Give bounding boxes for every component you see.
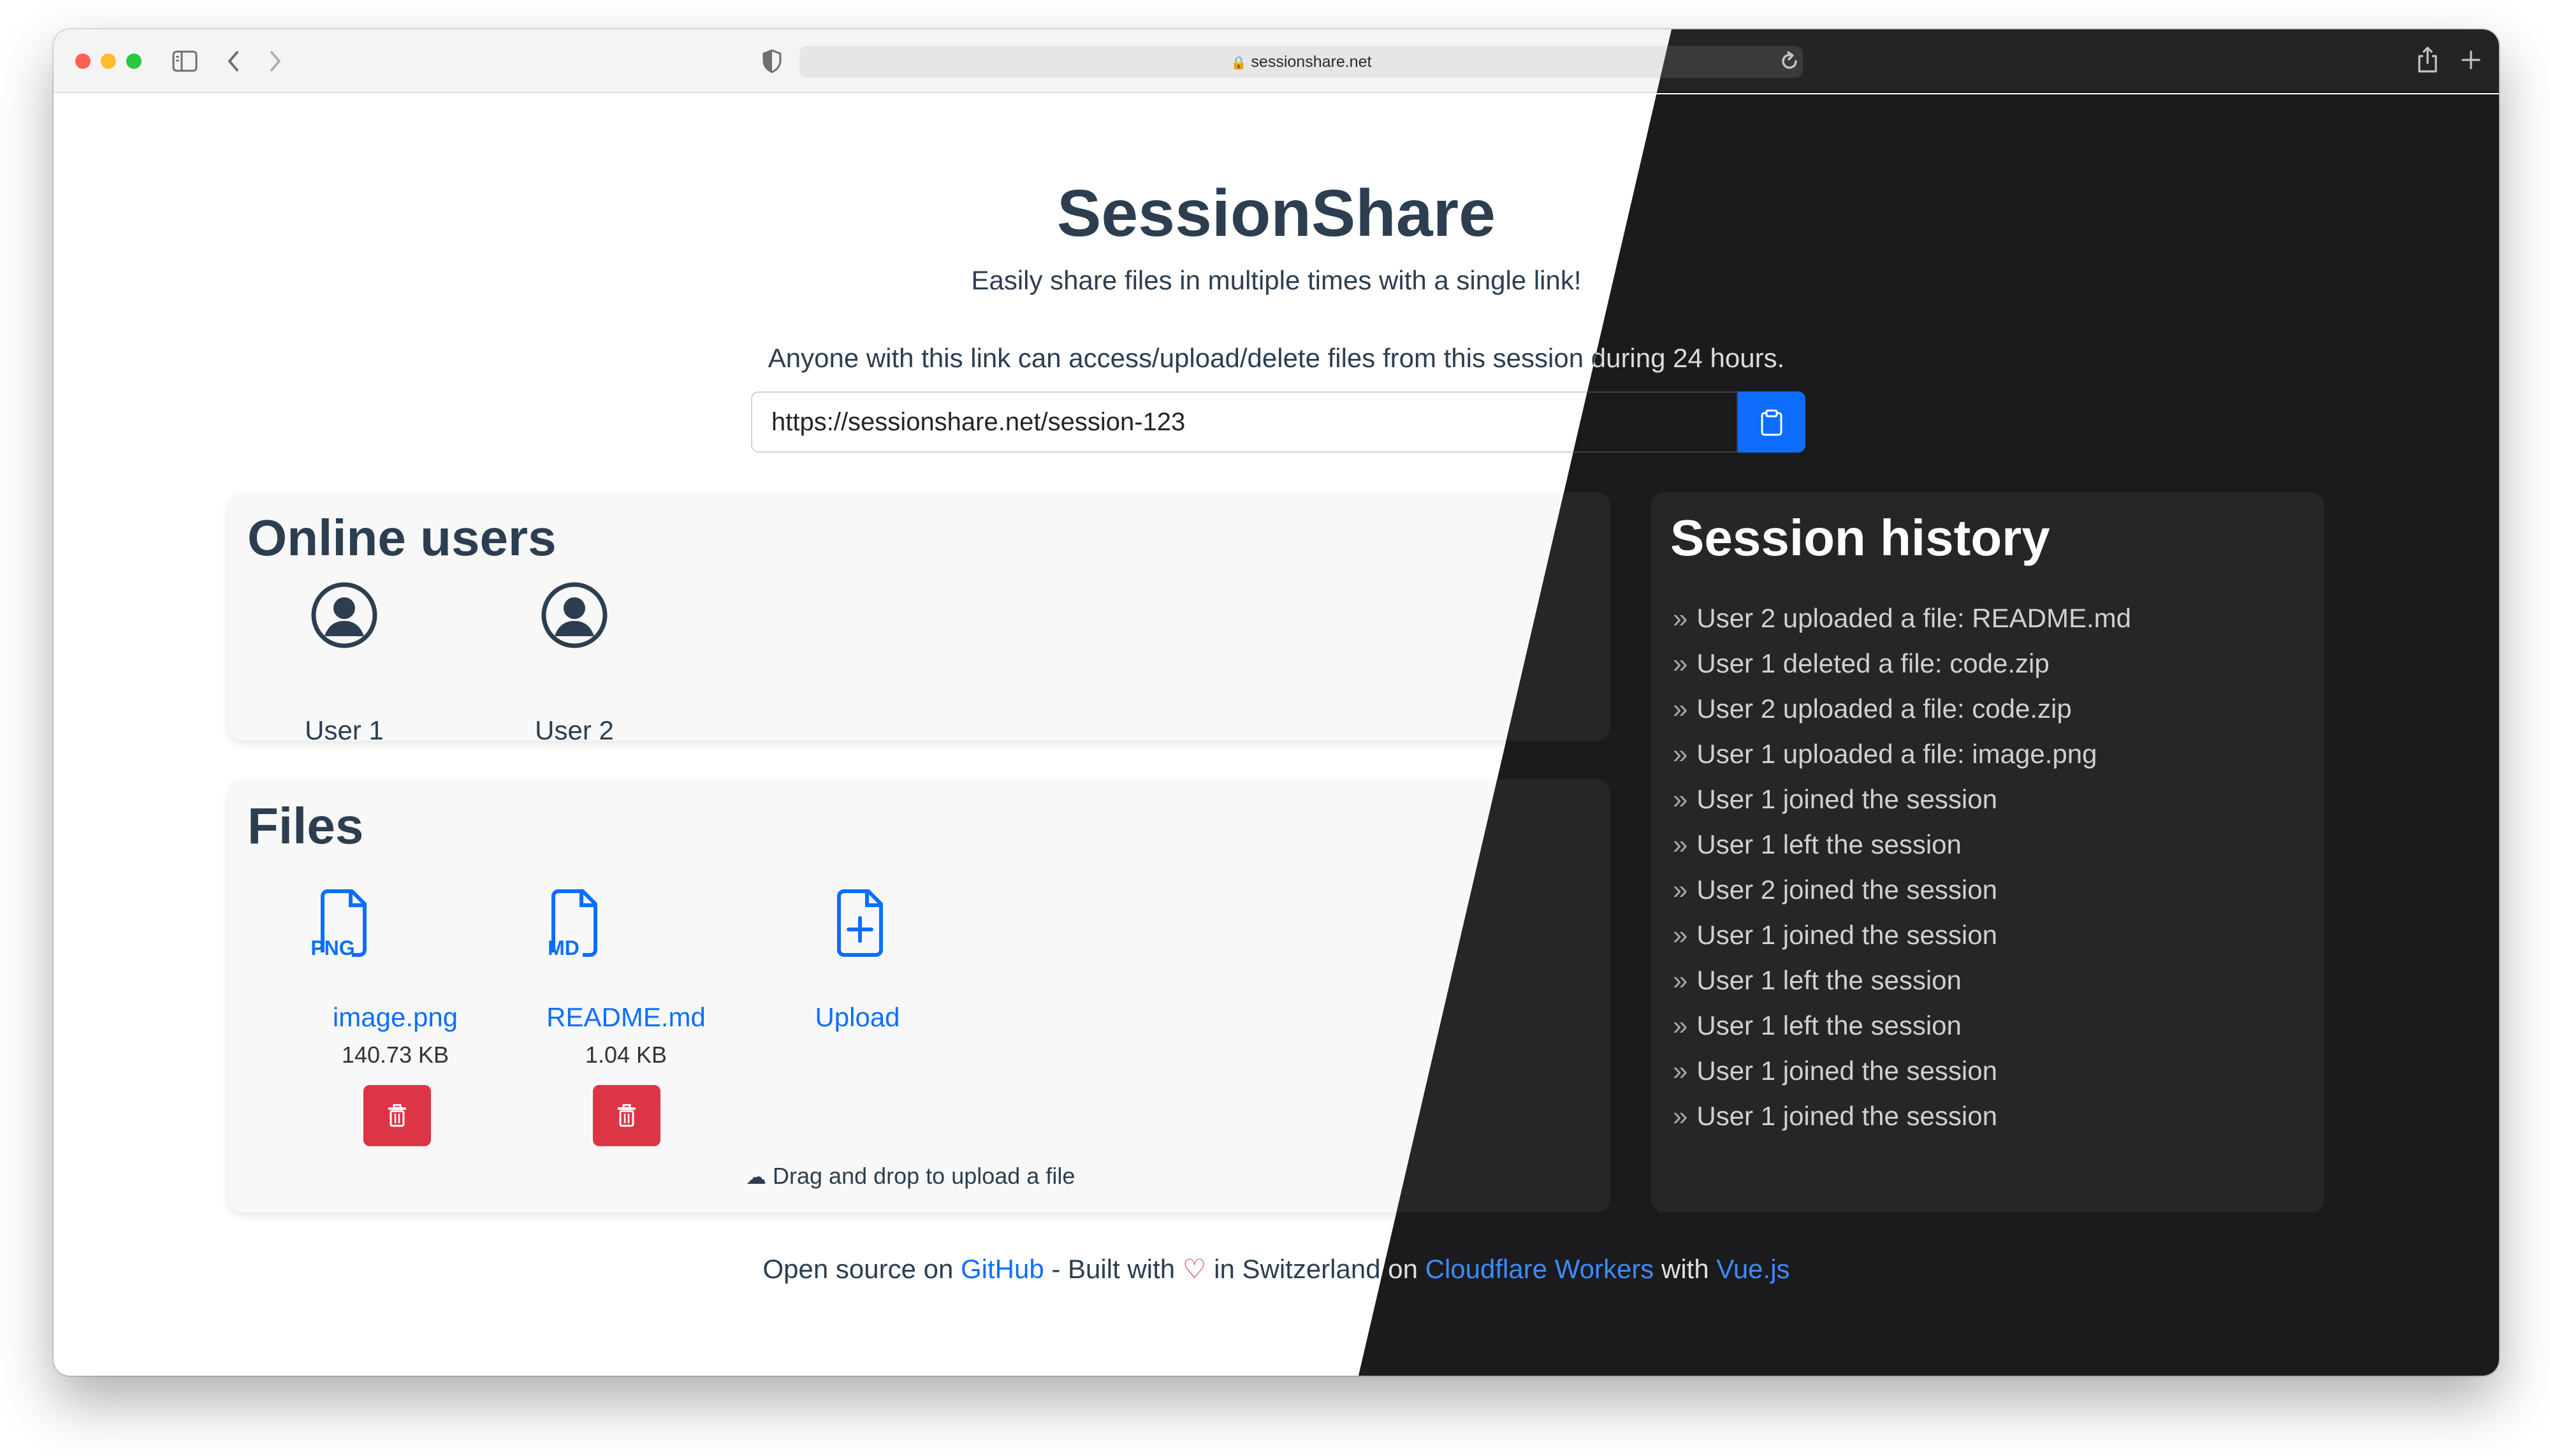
reload-icon[interactable]	[1779, 50, 1800, 73]
user-label: User 1	[305, 715, 384, 745]
history-item: » User 1 joined the session	[1673, 784, 1997, 814]
drag-drop-hint[interactable]: ☁ Drag and drop to upload a file	[746, 1163, 1075, 1190]
history-item: » User 1 deleted a file: code.zip	[1673, 648, 2050, 678]
file-png-icon[interactable]: PNG	[307, 889, 377, 960]
clipboard-icon	[1761, 409, 1782, 436]
user-avatar-icon	[311, 582, 377, 648]
chevron-double-right-icon: »	[1673, 1101, 1688, 1131]
session-history-list: » User 2 uploaded a file: README.md » User…	[1673, 603, 2310, 1146]
heart-icon: ♡	[1182, 1254, 1207, 1284]
chevron-double-right-icon: »	[1673, 875, 1688, 905]
delete-file-button[interactable]	[363, 1085, 431, 1146]
file-size: 1.04 KB	[585, 1042, 667, 1068]
user-label: User 2	[535, 715, 614, 745]
file-md-icon[interactable]: MD	[538, 889, 608, 960]
lock-icon: 🔒	[1230, 56, 1247, 70]
footer-open-source-text: Open source on	[762, 1254, 954, 1284]
file-size: 140.73 KB	[341, 1042, 449, 1068]
forward-icon[interactable]	[268, 48, 283, 74]
user-avatar-icon	[541, 582, 608, 648]
file-name-link[interactable]: README.md	[530, 1002, 722, 1033]
chevron-double-right-icon: »	[1673, 694, 1688, 724]
files-title: Files	[247, 797, 364, 854]
back-icon[interactable]	[226, 48, 241, 74]
history-item: » User 2 uploaded a file: README.md	[1673, 603, 2131, 633]
footer-with-text: with	[1661, 1254, 1709, 1284]
session-link-value: https://sessionshare.net/session-123	[771, 408, 1186, 436]
maximize-window-button[interactable]	[126, 54, 142, 69]
history-item: » User 1 joined the session	[1673, 920, 1997, 950]
browser-window: 🔒 sessionshare.net SessionShare Easily s…	[54, 29, 2499, 1376]
github-link[interactable]: GitHub	[961, 1254, 1044, 1284]
chevron-double-right-icon: »	[1673, 784, 1688, 814]
chevron-double-right-icon: »	[1673, 1010, 1688, 1040]
address-text: 🔒 sessionshare.net	[1230, 53, 1372, 71]
file-badge: PNG	[310, 936, 354, 959]
minimize-window-button[interactable]	[101, 54, 116, 69]
upload-link[interactable]: Upload	[762, 1002, 953, 1033]
cloudflare-workers-link[interactable]: Cloudflare Workers	[1425, 1254, 1654, 1284]
history-item: » User 1 left the session	[1673, 829, 1962, 859]
footer-built-with-text: - Built with	[1051, 1254, 1176, 1284]
copy-link-button-dark[interactable]	[1738, 391, 1805, 453]
history-item: » User 1 left the session	[1673, 965, 1962, 995]
file-name-link[interactable]: image.png	[300, 1002, 491, 1033]
history-item: » User 2 joined the session	[1673, 875, 1997, 905]
trash-icon	[618, 1104, 636, 1127]
chevron-double-right-icon: »	[1673, 603, 1688, 633]
history-item: » User 1 left the session	[1673, 1010, 1962, 1040]
file-upload-icon[interactable]	[824, 889, 894, 960]
chevron-double-right-icon: »	[1673, 829, 1688, 859]
online-users-title: Online users	[247, 509, 557, 566]
shield-icon[interactable]	[761, 48, 783, 74]
drag-drop-text: Drag and drop to upload a file	[773, 1163, 1075, 1189]
cloud-upload-icon: ☁	[746, 1165, 766, 1188]
session-history-title: Session history	[1670, 509, 2050, 566]
history-item: » User 2 uploaded a file: code.zip	[1673, 694, 2072, 724]
sidebar-icon[interactable]	[172, 50, 198, 73]
file-badge: MD	[548, 936, 579, 959]
close-window-button[interactable]	[75, 54, 91, 69]
history-item: » User 1 joined the session	[1673, 1101, 1997, 1131]
chevron-double-right-icon: »	[1673, 648, 1688, 678]
chevron-double-right-icon: »	[1673, 965, 1688, 995]
vuejs-link[interactable]: Vue.js	[1716, 1254, 1789, 1284]
chevron-double-right-icon: »	[1673, 739, 1688, 769]
delete-file-button[interactable]	[593, 1085, 660, 1146]
files-card	[228, 779, 1610, 1212]
trash-icon	[388, 1104, 406, 1127]
history-item: » User 1 uploaded a file: image.png	[1673, 739, 2097, 769]
history-item: » User 1 joined the session	[1673, 1056, 1997, 1086]
chevron-double-right-icon: »	[1673, 920, 1688, 950]
chevron-double-right-icon: »	[1673, 1056, 1688, 1086]
new-tab-icon[interactable]	[2461, 50, 2481, 70]
share-icon[interactable]	[2416, 46, 2439, 74]
